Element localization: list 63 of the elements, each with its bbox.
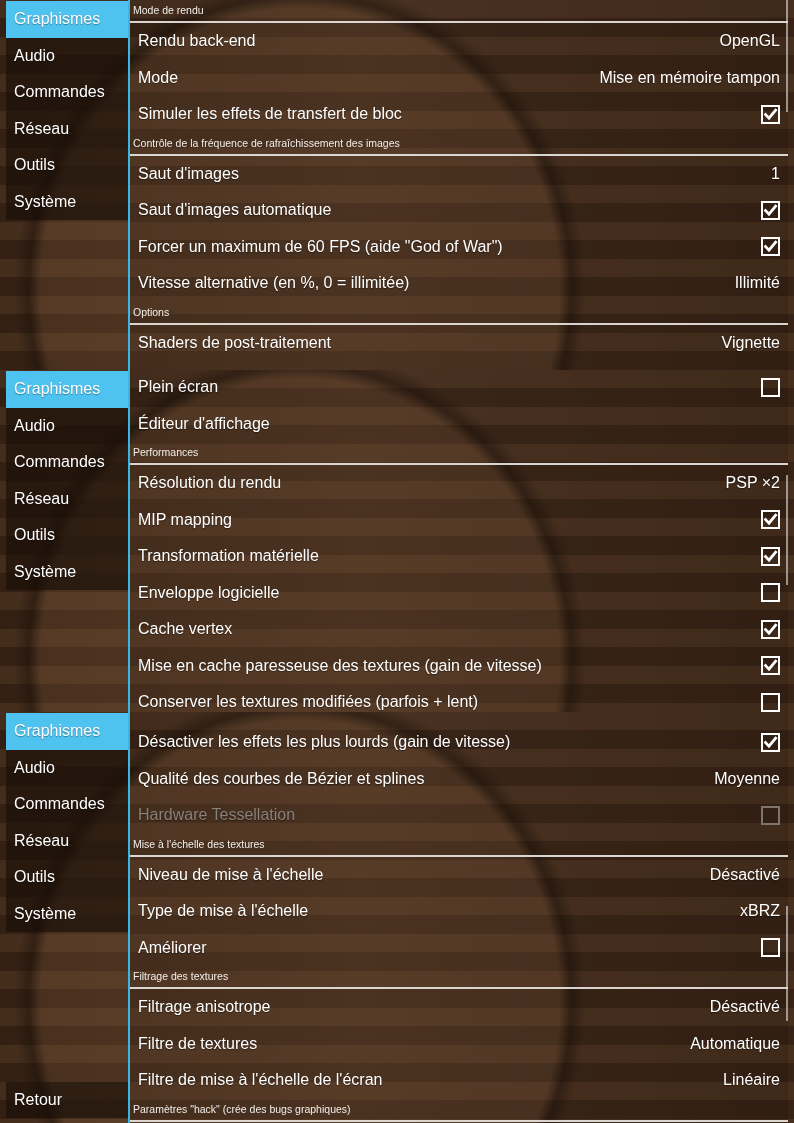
setting-label[interactable]: Vitesse alternative (en %, 0 = illimitée) xyxy=(138,274,410,293)
setting-label[interactable]: Saut d'images xyxy=(138,164,239,183)
setting-value[interactable]: Mise en mémoire tampon xyxy=(599,68,780,87)
setting-value[interactable]: xBRZ xyxy=(740,902,780,921)
setting-label[interactable]: Améliorer xyxy=(138,938,207,957)
section-header: Filtrage des textures xyxy=(133,970,229,983)
sidebar-tab[interactable]: Audio xyxy=(6,37,128,74)
section-header: Paramètres "hack" (crée des bugs graphiques) xyxy=(133,1102,351,1116)
section-header: Contrôle de la fréquence de rafraîchissement des images xyxy=(133,136,400,150)
setting-label[interactable]: Niveau de mise à l'échelle xyxy=(138,865,324,884)
setting-value[interactable]: Vignette xyxy=(721,333,780,352)
scrollbar-thumb[interactable] xyxy=(786,475,788,585)
setting-label[interactable]: MIP mapping xyxy=(138,510,232,529)
sidebar-tab[interactable]: Outils xyxy=(6,517,128,554)
setting-label[interactable]: Type de mise à l'échelle xyxy=(138,902,309,921)
section-header: Options xyxy=(133,305,170,319)
scrollbar-thumb[interactable] xyxy=(786,0,788,112)
setting-value[interactable]: Illimité xyxy=(734,274,780,293)
setting-value[interactable]: Moyenne xyxy=(714,769,780,788)
setting-label[interactable]: Mise en cache paresseuse des textures (gain de vitesse) xyxy=(138,656,542,675)
setting-label[interactable]: Éditeur d'affichage xyxy=(138,414,270,433)
section-header: Performances xyxy=(133,446,199,459)
sidebar-tab[interactable]: Système xyxy=(6,183,128,220)
sidebar-tab[interactable]: Outils xyxy=(6,859,128,896)
sidebar-tab[interactable]: Réseau xyxy=(6,480,128,517)
setting-label[interactable]: Shaders de post-traitement xyxy=(138,333,331,352)
setting-label[interactable]: Résolution du rendu xyxy=(138,474,282,493)
setting-label[interactable]: Mode xyxy=(138,68,179,87)
sidebar-tab[interactable]: Commandes xyxy=(6,444,128,481)
setting-label[interactable]: Conserver les textures modifiées (parfois + lent) xyxy=(138,693,479,712)
setting-label[interactable]: Transformation matérielle xyxy=(138,547,319,566)
setting-label[interactable]: Plein écran xyxy=(138,378,219,397)
sidebar-tab[interactable]: Audio xyxy=(6,749,128,786)
section-header: Mode de rendu xyxy=(133,4,204,17)
setting-label[interactable]: Filtrage anisotrope xyxy=(138,998,271,1017)
setting-label[interactable]: Cache vertex xyxy=(138,620,233,639)
scrollbar-thumb[interactable] xyxy=(786,906,788,1021)
sidebar-tab[interactable]: Commandes xyxy=(6,74,128,111)
setting-label[interactable]: Filtre de textures xyxy=(138,1034,258,1053)
back-button[interactable]: Retour xyxy=(6,1081,128,1118)
setting-value[interactable]: Automatique xyxy=(690,1034,780,1053)
setting-value[interactable]: Désactivé xyxy=(709,865,780,884)
setting-value[interactable]: PSP ×2 xyxy=(725,474,780,493)
setting-label[interactable]: Saut d'images automatique xyxy=(138,201,332,220)
sidebar-tab[interactable]: Outils xyxy=(6,147,128,184)
sidebar-tab[interactable]: Commandes xyxy=(6,786,128,823)
sidebar-tab[interactable]: Système xyxy=(6,553,128,590)
sidebar-tab[interactable]: Réseau xyxy=(6,822,128,859)
setting-label[interactable]: Simuler les effets de transfert de bloc xyxy=(138,105,402,124)
setting-label[interactable]: Filtre de mise à l'échelle de l'écran xyxy=(138,1071,383,1090)
section-header: Mise à l'échelle des textures xyxy=(133,837,265,851)
sidebar-tab[interactable]: Audio xyxy=(6,407,128,444)
sidebar-tab[interactable]: Système xyxy=(6,895,128,932)
setting-label[interactable]: Rendu back-end xyxy=(138,32,256,51)
setting-value[interactable]: Désactivé xyxy=(709,998,780,1017)
setting-label[interactable]: Désactiver les effets les plus lourds (gain de vitesse) xyxy=(138,733,511,752)
setting-label[interactable]: Forcer un maximum de 60 FPS (aide "God of War") xyxy=(138,237,503,256)
setting-value[interactable]: OpenGL xyxy=(719,32,780,51)
setting-label[interactable]: Enveloppe logicielle xyxy=(138,583,280,602)
setting-value[interactable]: Linéaire xyxy=(723,1071,780,1090)
setting-value[interactable]: 1 xyxy=(771,164,780,183)
sidebar-tab[interactable]: Réseau xyxy=(6,110,128,147)
setting-label[interactable]: Qualité des courbes de Bézier et splines xyxy=(138,769,425,788)
